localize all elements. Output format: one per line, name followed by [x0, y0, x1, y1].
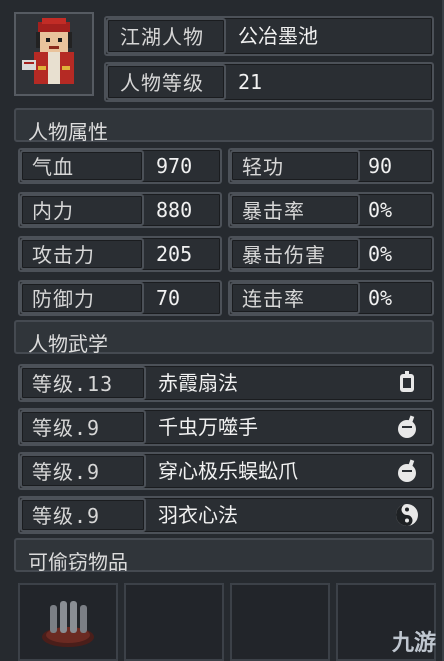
attribute-value: 90 [368, 154, 393, 178]
fist-icon [394, 414, 420, 444]
attributes-section-header: 人物属性 [14, 108, 434, 144]
attribute-label: 暴击率 [242, 199, 305, 223]
character-avatar [14, 12, 94, 96]
attribute-label: 连击率 [242, 287, 305, 311]
skill-name: 羽衣心法 [158, 503, 238, 527]
skill-row[interactable]: 等级.13 赤霞扇法 [18, 364, 434, 402]
attribute-label: 暴击伤害 [242, 243, 326, 267]
steal-slot-1[interactable] [18, 583, 118, 661]
steal-section-header: 可偷窃物品 [14, 538, 434, 574]
character-level-row: 人物等级 21 [104, 62, 434, 102]
attribute-label-box: 连击率 [230, 282, 360, 314]
character-panel: 江湖人物 公冶墨池 人物等级 21 人物属性 气血 970 轻功 90 内力 8… [0, 0, 444, 661]
attribute-row-left: 防御力 70 [18, 280, 222, 316]
attribute-label: 轻功 [242, 155, 284, 179]
attribute-row-right: 轻功 90 [228, 148, 434, 184]
fist-icon [394, 458, 420, 488]
attribute-label-box: 防御力 [20, 282, 144, 314]
attribute-label-box: 暴击率 [230, 194, 360, 226]
attribute-value: 70 [156, 286, 181, 310]
armor-item-icon [42, 601, 94, 647]
character-name-label-box: 江湖人物 [106, 18, 226, 54]
martial-section-header: 人物武学 [14, 320, 434, 356]
attribute-value: 0% [368, 198, 393, 222]
skill-level: 等级.9 [32, 504, 101, 528]
skill-level: 等级.13 [32, 372, 114, 396]
character-name-value: 公冶墨池 [238, 24, 318, 48]
character-name-row: 江湖人物 公冶墨池 [104, 16, 434, 56]
skill-row[interactable]: 等级.9 羽衣心法 [18, 496, 434, 534]
attribute-value: 0% [368, 242, 393, 266]
fan-icon [394, 370, 420, 400]
skill-name: 穿心极乐蜈蚣爪 [158, 459, 298, 483]
attribute-label-box: 攻击力 [20, 238, 144, 270]
martial-section-title: 人物武学 [28, 332, 108, 356]
attribute-row-left: 气血 970 [18, 148, 222, 184]
attribute-label-box: 气血 [20, 150, 144, 182]
attribute-value: 205 [156, 242, 193, 266]
skill-level: 等级.9 [32, 460, 101, 484]
character-level-value: 21 [238, 70, 263, 94]
skill-level-box: 等级.9 [20, 498, 146, 532]
yin-yang-icon [394, 502, 420, 532]
attribute-label: 气血 [32, 155, 74, 179]
attribute-row-left: 攻击力 205 [18, 236, 222, 272]
attribute-value: 880 [156, 198, 193, 222]
attribute-value: 970 [156, 154, 193, 178]
attribute-row-right: 连击率 0% [228, 280, 434, 316]
attribute-row-right: 暴击率 0% [228, 192, 434, 228]
steal-slot-3[interactable] [230, 583, 330, 661]
attributes-section-title: 人物属性 [28, 120, 108, 144]
attribute-label-box: 暴击伤害 [230, 238, 360, 270]
character-portrait-icon [16, 14, 92, 94]
attribute-label-box: 内力 [20, 194, 144, 226]
character-level-label-box: 人物等级 [106, 64, 226, 100]
skill-level-box: 等级.13 [20, 366, 146, 400]
attribute-row-left: 内力 880 [18, 192, 222, 228]
character-level-label: 人物等级 [120, 71, 204, 95]
attribute-label: 攻击力 [32, 243, 95, 267]
skill-name: 千虫万噬手 [158, 415, 258, 439]
skill-row[interactable]: 等级.9 穿心极乐蜈蚣爪 [18, 452, 434, 490]
skill-row[interactable]: 等级.9 千虫万噬手 [18, 408, 434, 446]
attribute-label: 内力 [32, 199, 74, 223]
character-name-label: 江湖人物 [120, 25, 204, 49]
steal-section-title: 可偷窃物品 [28, 550, 128, 574]
skill-level: 等级.9 [32, 416, 101, 440]
skill-level-box: 等级.9 [20, 454, 146, 488]
skill-name: 赤霞扇法 [158, 371, 238, 395]
attribute-value: 0% [368, 286, 393, 310]
watermark-logo: 九游 [391, 631, 436, 656]
attribute-label: 防御力 [32, 287, 95, 311]
attribute-row-right: 暴击伤害 0% [228, 236, 434, 272]
steal-slot-2[interactable] [124, 583, 224, 661]
attribute-label-box: 轻功 [230, 150, 360, 182]
skill-level-box: 等级.9 [20, 410, 146, 444]
